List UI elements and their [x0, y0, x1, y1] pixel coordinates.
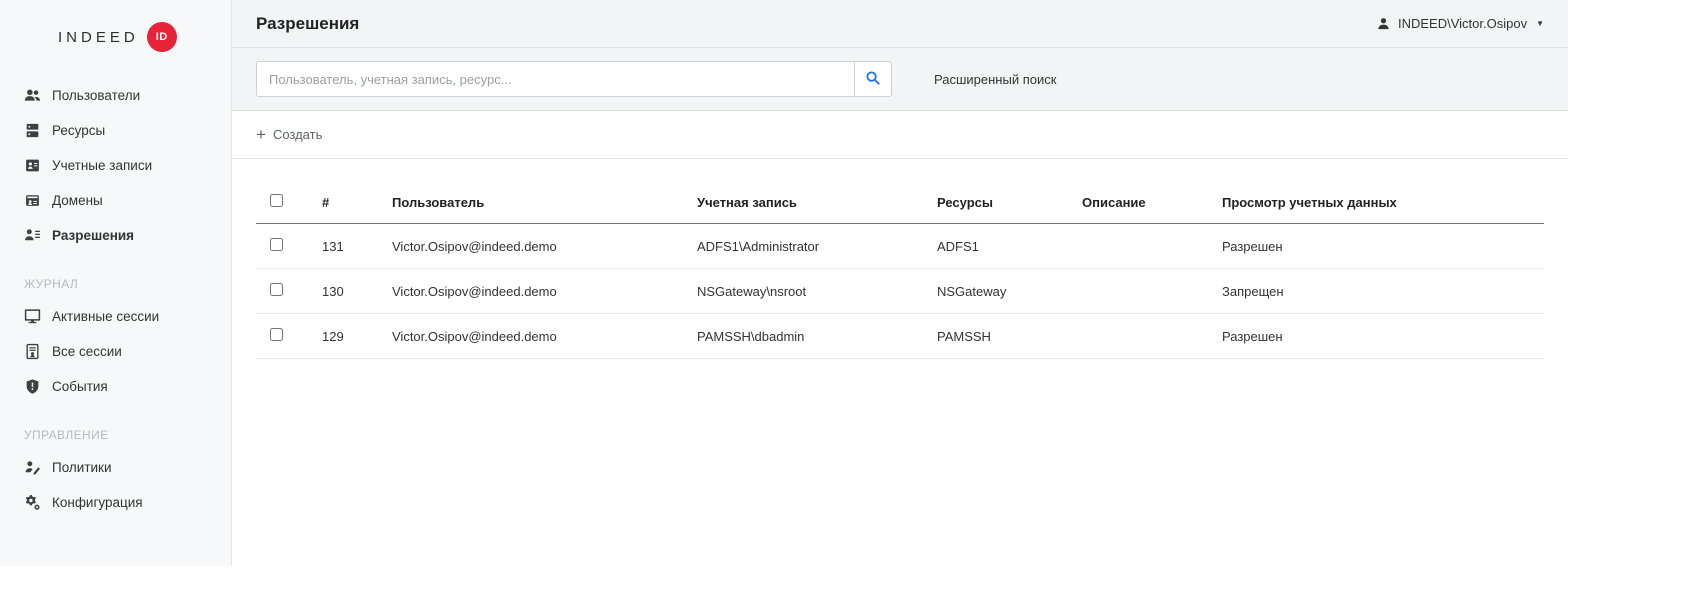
search-box [256, 61, 892, 97]
sidebar-item-accounts[interactable]: Учетные записи [0, 148, 231, 183]
plus-icon: + [256, 126, 266, 143]
search-section: Расширенный поиск [232, 48, 1568, 111]
table-row[interactable]: 131 Victor.Osipov@indeed.demo ADFS1\Admi… [256, 224, 1544, 269]
cell-resource: ADFS1 [929, 224, 1074, 269]
shield-alert-icon [24, 378, 41, 395]
monitor-icon [24, 308, 41, 325]
main-area: Разрешения INDEED\Victor.Osipov ▼ Расшир… [232, 0, 1568, 566]
column-header-num: # [314, 181, 384, 224]
gear-icon [24, 494, 41, 511]
search-input[interactable] [256, 61, 854, 97]
brand-logo: INDEED ID [0, 0, 231, 78]
search-button[interactable] [854, 61, 892, 97]
cell-num: 130 [314, 269, 384, 314]
cell-user: Victor.Osipov@indeed.demo [384, 224, 689, 269]
sidebar-item-policies[interactable]: Политики [0, 450, 231, 485]
sidebar-section-journal: ЖУРНАЛ [0, 253, 231, 299]
users-icon [24, 87, 41, 104]
server-icon [24, 122, 41, 139]
cell-credentials-view: Разрешен [1214, 314, 1544, 359]
sidebar-item-configuration[interactable]: Конфигурация [0, 485, 231, 520]
create-button-label: Создать [273, 127, 322, 142]
permissions-table-container: # Пользователь Учетная запись Ресурсы Оп… [232, 159, 1568, 359]
app-window: INDEED ID Пользователи Ресурсы Учетные з… [0, 0, 1568, 566]
sidebar-item-label: Домены [52, 193, 103, 208]
row-checkbox[interactable] [270, 283, 283, 296]
cell-description [1074, 314, 1214, 359]
sidebar-item-events[interactable]: События [0, 369, 231, 404]
chevron-down-icon: ▼ [1536, 19, 1544, 28]
create-button[interactable]: + Создать [256, 126, 322, 143]
cell-user: Victor.Osipov@indeed.demo [384, 314, 689, 359]
sidebar-item-label: События [52, 379, 108, 394]
search-icon [865, 70, 881, 89]
cell-resource: NSGateway [929, 269, 1074, 314]
select-all-checkbox[interactable] [270, 194, 283, 207]
sidebar-item-label: Учетные записи [52, 158, 152, 173]
advanced-search-link[interactable]: Расширенный поиск [934, 72, 1056, 87]
action-toolbar: + Создать [232, 111, 1568, 159]
cell-account: NSGateway\nsroot [689, 269, 929, 314]
sidebar: INDEED ID Пользователи Ресурсы Учетные з… [0, 0, 232, 566]
column-header-description: Описание [1074, 181, 1214, 224]
cell-num: 131 [314, 224, 384, 269]
sidebar-item-label: Политики [52, 460, 112, 475]
column-header-user: Пользователь [384, 181, 689, 224]
top-bar: Разрешения INDEED\Victor.Osipov ▼ [232, 0, 1568, 48]
table-header-row: # Пользователь Учетная запись Ресурсы Оп… [256, 181, 1544, 224]
id-card-icon [24, 157, 41, 174]
cell-description [1074, 269, 1214, 314]
sidebar-item-users[interactable]: Пользователи [0, 78, 231, 113]
sessions-document-icon [24, 343, 41, 360]
row-checkbox[interactable] [270, 328, 283, 341]
cell-resource: PAMSSH [929, 314, 1074, 359]
cell-user: Victor.Osipov@indeed.demo [384, 269, 689, 314]
brand-name: INDEED [58, 29, 139, 46]
sidebar-item-label: Пользователи [52, 88, 140, 103]
page-title: Разрешения [256, 14, 359, 34]
permissions-table: # Пользователь Учетная запись Ресурсы Оп… [256, 181, 1544, 359]
sidebar-section-management: УПРАВЛЕНИЕ [0, 404, 231, 450]
cell-description [1074, 224, 1214, 269]
user-menu[interactable]: INDEED\Victor.Osipov ▼ [1376, 16, 1544, 31]
row-checkbox[interactable] [270, 238, 283, 251]
sidebar-item-active-sessions[interactable]: Активные сессии [0, 299, 231, 334]
column-header-resource: Ресурсы [929, 181, 1074, 224]
sidebar-item-permissions[interactable]: Разрешения [0, 218, 231, 253]
policies-icon [24, 459, 41, 476]
brand-badge: ID [147, 22, 177, 52]
sidebar-item-all-sessions[interactable]: Все сессии [0, 334, 231, 369]
user-icon [1376, 16, 1391, 31]
column-header-account: Учетная запись [689, 181, 929, 224]
sidebar-item-label: Ресурсы [52, 123, 105, 138]
table-row[interactable]: 130 Victor.Osipov@indeed.demo NSGateway\… [256, 269, 1544, 314]
cell-account: PAMSSH\dbadmin [689, 314, 929, 359]
cell-credentials-view: Запрещен [1214, 269, 1544, 314]
sidebar-item-domains[interactable]: Домены [0, 183, 231, 218]
cell-account: ADFS1\Administrator [689, 224, 929, 269]
domain-icon [24, 192, 41, 209]
sidebar-item-resources[interactable]: Ресурсы [0, 113, 231, 148]
cell-num: 129 [314, 314, 384, 359]
sidebar-item-label: Активные сессии [52, 309, 159, 324]
sidebar-item-label: Все сессии [52, 344, 122, 359]
cell-credentials-view: Разрешен [1214, 224, 1544, 269]
sidebar-item-label: Конфигурация [52, 495, 143, 510]
permissions-icon [24, 227, 41, 244]
sidebar-item-label: Разрешения [52, 228, 134, 243]
table-row[interactable]: 129 Victor.Osipov@indeed.demo PAMSSH\dba… [256, 314, 1544, 359]
user-name: INDEED\Victor.Osipov [1398, 16, 1527, 31]
column-header-credentials-view: Просмотр учетных данных [1214, 181, 1544, 224]
